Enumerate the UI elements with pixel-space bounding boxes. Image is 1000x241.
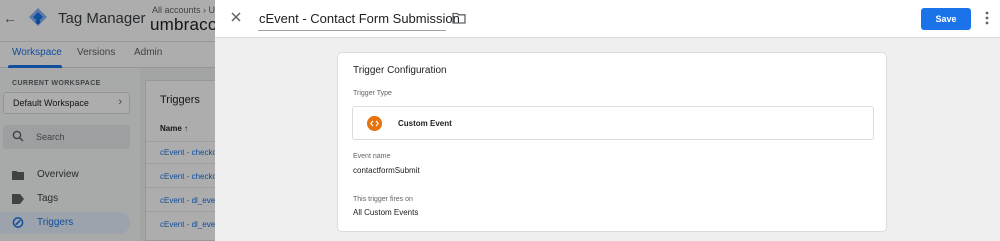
trigger-configuration-card[interactable]: Trigger Configuration Trigger Type Custo… (337, 52, 887, 232)
folder-icon[interactable] (452, 12, 466, 24)
event-name-label: Event name (353, 153, 391, 160)
event-name-value: contactformSubmit (353, 166, 420, 175)
more-vert-icon[interactable] (982, 10, 992, 26)
trigger-name-field[interactable]: cEvent - Contact Form Submission (258, 9, 460, 31)
card-title: Trigger Configuration (353, 65, 447, 76)
close-icon[interactable] (229, 10, 243, 24)
editor-header: cEvent - Contact Form Submission Save (215, 0, 1000, 38)
trigger-type-label: Trigger Type (353, 90, 392, 97)
trigger-editor-panel: cEvent - Contact Form Submission Save Tr… (215, 0, 1000, 241)
code-icon (367, 116, 382, 131)
trigger-type-selector[interactable]: Custom Event (352, 106, 874, 140)
save-button[interactable]: Save (921, 8, 971, 30)
trigger-name: cEvent - Contact Form Submission (259, 11, 460, 26)
fires-on-label: This trigger fires on (353, 196, 413, 203)
fires-on-value: All Custom Events (353, 208, 419, 217)
trigger-type-value: Custom Event (398, 119, 452, 128)
